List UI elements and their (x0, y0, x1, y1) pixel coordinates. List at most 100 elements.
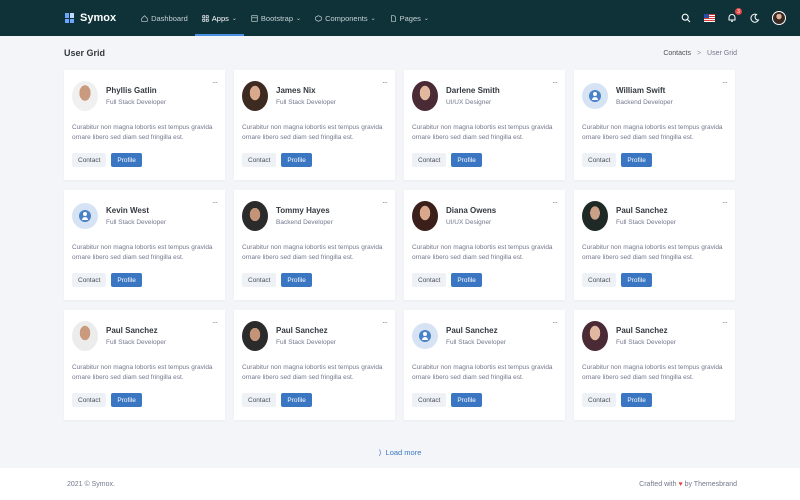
nav-apps[interactable]: Apps ⌄ (194, 0, 245, 36)
footer-credit: Crafted with ♥ by Themesbrand (639, 481, 737, 488)
more-options-icon[interactable]: ··· (552, 198, 558, 207)
footer-credit-prefix: Crafted with (639, 480, 677, 488)
user-role: Full Stack Developer (106, 339, 166, 346)
user-description: Curabitur non magna lobortis est tempus … (582, 244, 723, 261)
contact-button[interactable]: Contact (412, 393, 447, 407)
user-card: ··· Kevin West Full Stack Developer Curab… (64, 190, 225, 300)
more-options-icon[interactable]: ··· (382, 198, 388, 207)
user-name[interactable]: Paul Sanchez (106, 326, 166, 335)
more-options-icon[interactable]: ··· (382, 78, 388, 87)
user-card: ··· James Nix Full Stack Developer Curabi… (234, 70, 395, 180)
profile-button[interactable]: Profile (621, 273, 652, 287)
contact-button[interactable]: Contact (72, 393, 107, 407)
brand-logo-icon (65, 13, 75, 23)
footer-copyright: 2021 © Symox. (67, 480, 115, 488)
user-description: Curabitur non magna lobortis est tempus … (242, 244, 383, 261)
load-more-button[interactable]: ⟩ Load more (0, 448, 800, 457)
user-name[interactable]: Paul Sanchez (616, 326, 676, 335)
nav-apps-label: Apps (211, 13, 229, 23)
profile-button[interactable]: Profile (281, 153, 312, 167)
chevron-down-icon: ⌄ (423, 15, 429, 22)
user-description: Curabitur non magna lobortis est tempus … (412, 124, 553, 141)
user-description: Curabitur non magna lobortis est tempus … (72, 364, 213, 381)
profile-button[interactable]: Profile (451, 153, 482, 167)
profile-button[interactable]: Profile (451, 273, 482, 287)
search-icon[interactable] (680, 12, 692, 24)
more-options-icon[interactable]: ··· (212, 78, 218, 87)
user-name[interactable]: Paul Sanchez (446, 326, 506, 335)
avatar-placeholder-icon (72, 203, 98, 229)
notification-badge: 3 (735, 8, 742, 15)
more-options-icon[interactable]: ··· (212, 198, 218, 207)
profile-button[interactable]: Profile (451, 393, 482, 407)
footer-credit-suffix[interactable]: by Themesbrand (685, 481, 737, 488)
user-description: Curabitur non magna lobortis est tempus … (582, 124, 723, 141)
user-name[interactable]: Darlene Smith (446, 86, 500, 95)
topbar: Symox Dashboard Apps ⌄ Bootstrap ⌄ Compo… (0, 0, 800, 36)
user-name[interactable]: James Nix (276, 86, 336, 95)
page-title: User Grid (64, 48, 106, 58)
user-name[interactable]: Tommy Hayes (276, 206, 333, 215)
profile-button[interactable]: Profile (111, 153, 142, 167)
more-options-icon[interactable]: ··· (552, 78, 558, 87)
breadcrumb-parent[interactable]: Contacts (663, 50, 691, 57)
profile-button[interactable]: Profile (281, 393, 312, 407)
nav-dashboard-label: Dashboard (151, 13, 188, 23)
user-card: ··· Paul Sanchez Full Stack Developer Cur… (574, 190, 735, 300)
footer: 2021 © Symox. Crafted with ♥ by Themesbr… (0, 468, 800, 500)
contact-button[interactable]: Contact (582, 393, 617, 407)
user-avatar[interactable] (772, 11, 786, 25)
more-options-icon[interactable]: ··· (722, 78, 728, 87)
user-card: ··· Darlene Smith UI/UX Designer Curabitu… (404, 70, 565, 180)
more-options-icon[interactable]: ··· (212, 318, 218, 327)
contact-button[interactable]: Contact (72, 153, 107, 167)
user-card: ··· Diana Owens UI/UX Designer Curabitur … (404, 190, 565, 300)
breadcrumb-separator: > (696, 49, 702, 57)
contact-button[interactable]: Contact (412, 273, 447, 287)
user-role: Full Stack Developer (616, 339, 676, 346)
contact-button[interactable]: Contact (582, 153, 617, 167)
language-flag-icon[interactable] (703, 12, 715, 24)
file-icon (390, 14, 396, 22)
profile-button[interactable]: Profile (621, 393, 652, 407)
user-role: Full Stack Developer (106, 219, 166, 226)
page-header: User Grid Contacts > User Grid (0, 36, 800, 70)
user-card: ··· William Swift Backend Developer Curab… (574, 70, 735, 180)
more-options-icon[interactable]: ··· (722, 318, 728, 327)
more-options-icon[interactable]: ··· (382, 318, 388, 327)
contact-button[interactable]: Contact (412, 153, 447, 167)
profile-button[interactable]: Profile (111, 273, 142, 287)
contact-button[interactable]: Contact (582, 273, 617, 287)
bell-icon[interactable]: 3 (726, 8, 742, 24)
user-name[interactable]: Phyllis Gatlin (106, 86, 166, 95)
moon-icon[interactable] (749, 12, 761, 24)
contact-button[interactable]: Contact (72, 273, 107, 287)
brand[interactable]: Symox (65, 12, 116, 24)
profile-button[interactable]: Profile (621, 153, 652, 167)
nav-bootstrap[interactable]: Bootstrap ⌄ (244, 0, 308, 36)
user-description: Curabitur non magna lobortis est tempus … (242, 124, 383, 141)
user-name[interactable]: Paul Sanchez (616, 206, 676, 215)
contact-button[interactable]: Contact (242, 153, 277, 167)
user-role: UI/UX Designer (446, 219, 492, 226)
user-name[interactable]: William Swift (616, 86, 673, 95)
user-role: Full Stack Developer (616, 219, 676, 226)
nav-dashboard[interactable]: Dashboard (134, 0, 195, 36)
nav-components[interactable]: Components ⌄ (308, 0, 383, 36)
more-options-icon[interactable]: ··· (552, 318, 558, 327)
profile-button[interactable]: Profile (281, 273, 312, 287)
avatar (412, 201, 438, 231)
contact-button[interactable]: Contact (242, 393, 277, 407)
nav-pages[interactable]: Pages ⌄ (383, 0, 436, 36)
chevron-down-icon: ⌄ (296, 15, 302, 22)
user-name[interactable]: Kevin West (106, 206, 166, 215)
more-options-icon[interactable]: ··· (722, 198, 728, 207)
user-role: Full Stack Developer (276, 99, 336, 106)
user-role: Full Stack Developer (446, 339, 506, 346)
user-role: UI/UX Designer (446, 99, 492, 106)
profile-button[interactable]: Profile (111, 393, 142, 407)
chevron-down-icon: ⌄ (370, 15, 376, 22)
user-name[interactable]: Paul Sanchez (276, 326, 336, 335)
contact-button[interactable]: Contact (242, 273, 277, 287)
user-name[interactable]: Diana Owens (446, 206, 496, 215)
